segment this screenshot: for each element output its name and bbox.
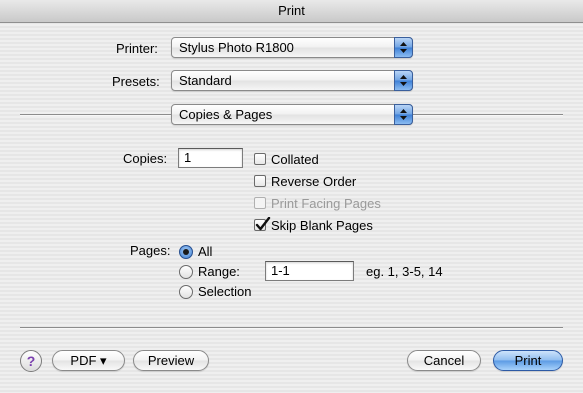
presets-popup-value: Standard	[179, 73, 232, 88]
skip-blank-pages-label: Skip Blank Pages	[271, 218, 373, 233]
footer-separator	[20, 327, 563, 329]
pages-all-radio[interactable]	[179, 245, 193, 259]
skip-blank-pages-checkbox[interactable]	[254, 217, 271, 231]
pages-selection-radio[interactable]	[179, 285, 193, 299]
popup-arrows-icon	[394, 37, 413, 58]
help-button[interactable]: ?	[20, 350, 42, 372]
pages-label: Pages:	[130, 243, 171, 258]
pages-selection-label: Selection	[198, 284, 252, 299]
page-range-hint: eg. 1, 3-5, 14	[366, 264, 443, 279]
pages-range-label: Range:	[198, 264, 240, 279]
printer-popup[interactable]: Stylus Photo R1800	[171, 37, 413, 58]
print-facing-pages-checkbox	[254, 197, 266, 209]
pages-range-radio[interactable]	[179, 265, 193, 279]
pdf-menu-button[interactable]: PDF ▾	[52, 350, 125, 371]
window-title: Print	[278, 3, 305, 18]
preview-button[interactable]: Preview	[133, 350, 209, 371]
popup-arrows-icon	[394, 70, 413, 91]
printer-label: Printer:	[116, 41, 158, 56]
panel-popup[interactable]: Copies & Pages	[171, 104, 413, 125]
window-title-bar: Print	[0, 0, 583, 23]
print-facing-pages-label: Print Facing Pages	[271, 196, 381, 211]
reverse-order-checkbox[interactable]	[254, 175, 266, 187]
reverse-order-label: Reverse Order	[271, 174, 357, 189]
presets-label: Presets:	[112, 74, 160, 89]
collated-checkbox[interactable]	[254, 153, 266, 165]
print-button[interactable]: Print	[493, 350, 563, 371]
panel-separator-left	[20, 114, 171, 116]
panel-separator-right	[413, 114, 563, 116]
checkmark-icon	[255, 217, 271, 231]
cancel-button[interactable]: Cancel	[407, 350, 481, 371]
popup-arrows-icon	[394, 104, 413, 125]
panel-popup-value: Copies & Pages	[179, 107, 273, 122]
collated-label: Collated	[271, 152, 319, 167]
pages-all-label: All	[198, 244, 213, 259]
presets-popup[interactable]: Standard	[171, 70, 413, 91]
copies-label: Copies:	[123, 151, 168, 166]
printer-popup-value: Stylus Photo R1800	[179, 40, 294, 55]
page-range-input[interactable]: 1-1	[265, 261, 354, 281]
copies-input[interactable]: 1	[178, 148, 243, 168]
